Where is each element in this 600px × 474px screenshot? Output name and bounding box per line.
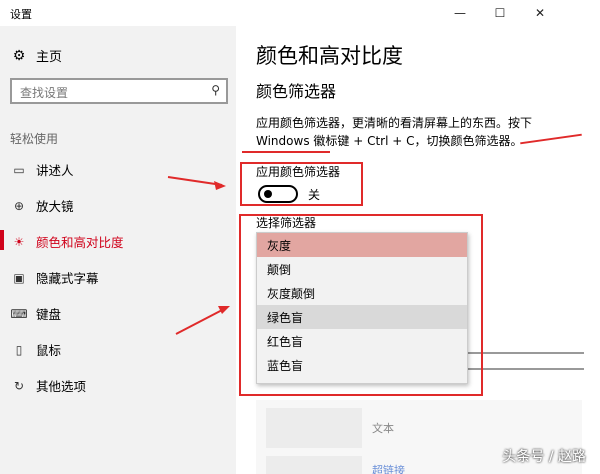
watermark-text: 头条号 / 赵路 (502, 449, 586, 465)
annotation-arrows (167, 176, 230, 335)
